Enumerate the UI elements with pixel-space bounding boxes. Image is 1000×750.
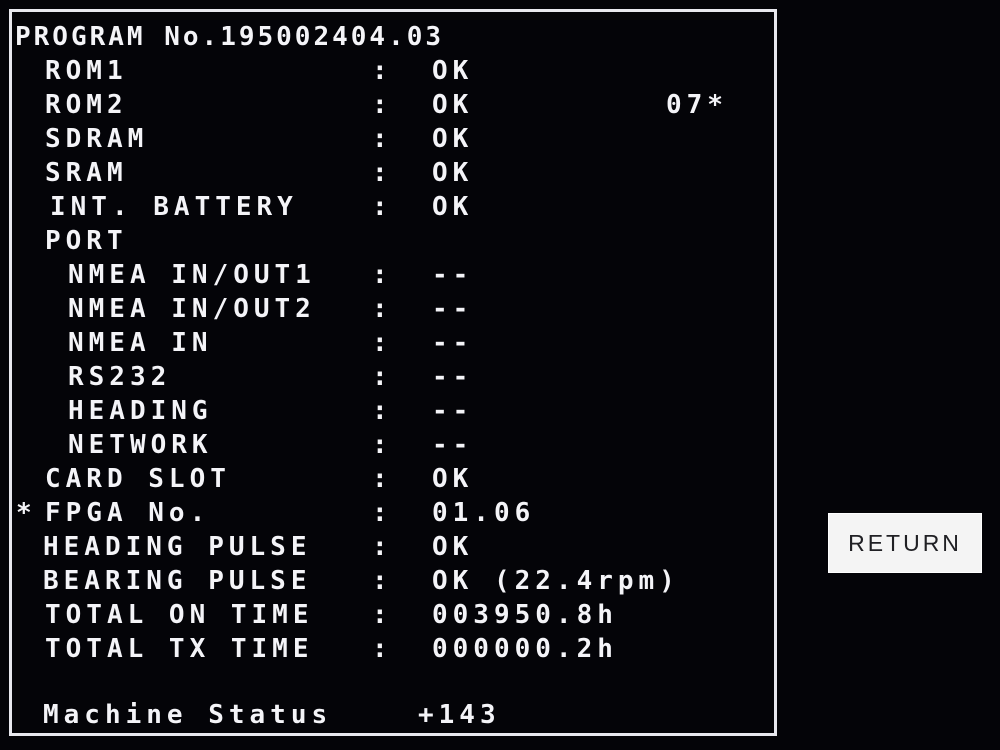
row-card-slot-separator: : xyxy=(372,464,393,494)
row-rom1-separator: : xyxy=(372,56,393,86)
row-int-battery-value: OK xyxy=(432,192,474,222)
row-int-battery-name: INT. BATTERY xyxy=(50,192,298,222)
row-rs232-separator: : xyxy=(372,362,393,392)
row-fpga-name: FPGA No. xyxy=(45,498,211,528)
row-port-heading: PORT xyxy=(45,226,128,256)
row-card-slot-value: OK xyxy=(432,464,474,494)
row-total-tx-time-name: TOTAL TX TIME xyxy=(45,634,314,664)
row-nmea-inout2-name: NMEA IN/OUT2 xyxy=(68,294,316,324)
row-rs232-value: -- xyxy=(432,362,474,392)
program-number: 195002404.03 xyxy=(220,22,445,52)
row-rom1-value: OK xyxy=(432,56,474,86)
row-nmea-in-name: NMEA IN xyxy=(68,328,213,358)
machine-status-value: +143 xyxy=(418,700,501,730)
row-heading-pulse-name: HEADING PULSE xyxy=(43,532,312,562)
row-total-on-time-value: 003950.8h xyxy=(432,600,618,630)
row-nmea-inout1-separator: : xyxy=(372,260,393,290)
program-label: PROGRAM No. xyxy=(15,22,221,52)
row-nmea-inout1-name: NMEA IN/OUT1 xyxy=(68,260,316,290)
row-rom2-value: OK xyxy=(432,90,474,120)
row-sram-separator: : xyxy=(372,158,393,188)
row-heading-pulse-value: OK xyxy=(432,532,474,562)
row-nmea-inout2-value: -- xyxy=(432,294,474,324)
row-total-tx-time-separator: : xyxy=(372,634,393,664)
row-nmea-inout2-separator: : xyxy=(372,294,393,324)
return-button[interactable]: RETURN xyxy=(828,513,982,573)
row-network-name: NETWORK xyxy=(68,430,213,460)
row-fpga-value: 01.06 xyxy=(432,498,536,528)
row-rom1-name: ROM1 xyxy=(45,56,128,86)
row-sdram-value: OK xyxy=(432,124,474,154)
row-bearing-pulse-value: OK (22.4rpm) xyxy=(432,566,680,596)
row-total-tx-time-value: 000000.2h xyxy=(432,634,618,664)
machine-status-label: Machine Status xyxy=(43,700,333,730)
row-heading-value: -- xyxy=(432,396,474,426)
row-fpga-marker: * xyxy=(16,498,32,528)
row-total-on-time-name: TOTAL ON TIME xyxy=(45,600,314,630)
row-heading-separator: : xyxy=(372,396,393,426)
row-bearing-pulse-name: BEARING PULSE xyxy=(43,566,312,596)
row-nmea-in-value: -- xyxy=(432,328,474,358)
row-nmea-in-separator: : xyxy=(372,328,393,358)
row-sram-name: SRAM xyxy=(45,158,128,188)
row-sram-value: OK xyxy=(432,158,474,188)
row-sdram-name: SDRAM xyxy=(45,124,149,154)
row-network-value: -- xyxy=(432,430,474,460)
program-number-line: PROGRAM No.195002404.03 xyxy=(15,22,444,52)
row-sdram-separator: : xyxy=(372,124,393,154)
row-int-battery-separator: : xyxy=(372,192,393,222)
row-rom2-name: ROM2 xyxy=(45,90,128,120)
row-card-slot-name: CARD SLOT xyxy=(45,464,231,494)
row-nmea-inout1-value: -- xyxy=(432,260,474,290)
row-total-on-time-separator: : xyxy=(372,600,393,630)
row-rom2-separator: : xyxy=(372,90,393,120)
row-heading-name: HEADING xyxy=(68,396,213,426)
row-rom2-extra: 07* xyxy=(666,90,728,120)
diagnostic-screen: PROGRAM No.195002404.03 ROM1 : OK ROM2 :… xyxy=(0,0,1000,750)
row-heading-pulse-separator: : xyxy=(372,532,393,562)
row-fpga-separator: : xyxy=(372,498,393,528)
row-network-separator: : xyxy=(372,430,393,460)
row-rs232-name: RS232 xyxy=(68,362,172,392)
row-bearing-pulse-separator: : xyxy=(372,566,393,596)
